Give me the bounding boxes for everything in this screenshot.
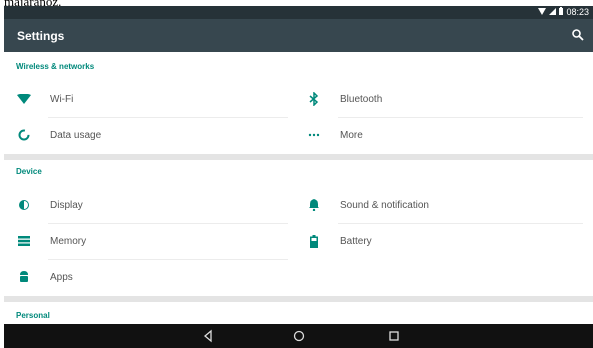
display-brightness-icon — [16, 197, 32, 213]
settings-item-bluetooth[interactable]: Bluetooth — [294, 82, 584, 116]
section-wireless: Wireless & networks Wi-Fi Bluetooth Data… — [4, 52, 593, 154]
battery-icon — [559, 7, 564, 17]
settings-item-display[interactable]: Display — [4, 188, 294, 222]
recents-icon[interactable] — [387, 329, 401, 343]
settings-item-wifi[interactable]: Wi-Fi — [4, 82, 294, 116]
settings-item-label: Sound & notification — [340, 199, 429, 211]
settings-item-label: Apps — [50, 271, 73, 283]
status-bar: 08:23 — [4, 6, 593, 19]
android-apps-icon — [16, 269, 32, 285]
wifi-icon — [16, 91, 32, 107]
settings-item-label: Memory — [50, 235, 87, 247]
back-icon[interactable] — [201, 329, 215, 343]
page-title: Settings — [17, 29, 65, 43]
section-device: Device Display Sound & notification Memo… — [4, 160, 593, 296]
battery-icon — [306, 233, 322, 249]
bluetooth-icon — [306, 91, 322, 107]
settings-item-battery[interactable]: Battery — [294, 224, 584, 258]
cell-signal-icon — [549, 7, 557, 17]
settings-item-label: Wi-Fi — [50, 93, 74, 105]
settings-list: Wireless & networks Wi-Fi Bluetooth Data… — [4, 52, 593, 324]
settings-item-label: Battery — [340, 235, 372, 247]
status-time: 08:23 — [566, 7, 589, 17]
wifi-signal-icon — [538, 7, 547, 17]
settings-item-label: Display — [50, 199, 83, 211]
settings-item-label: More — [340, 129, 363, 141]
search-icon[interactable] — [571, 28, 585, 42]
settings-item-apps[interactable]: Apps — [4, 260, 294, 294]
settings-item-label: Bluetooth — [340, 93, 383, 105]
section-header-device: Device — [16, 167, 42, 176]
app-bar: Settings — [4, 19, 593, 52]
settings-item-more[interactable]: More — [294, 118, 584, 152]
settings-item-label: Data usage — [50, 129, 102, 141]
settings-item-memory[interactable]: Memory — [4, 224, 294, 258]
settings-item-sound-notification[interactable]: Sound & notification — [294, 188, 584, 222]
data-usage-icon — [16, 127, 32, 143]
more-icon — [306, 127, 322, 143]
home-icon[interactable] — [292, 329, 306, 343]
section-header-wireless: Wireless & networks — [16, 62, 95, 71]
navigation-bar — [4, 324, 593, 348]
settings-item-data-usage[interactable]: Data usage — [4, 118, 294, 152]
memory-icon — [16, 233, 32, 249]
bell-icon — [306, 197, 322, 213]
section-personal: Personal — [4, 302, 593, 324]
section-header-personal: Personal — [16, 311, 50, 320]
